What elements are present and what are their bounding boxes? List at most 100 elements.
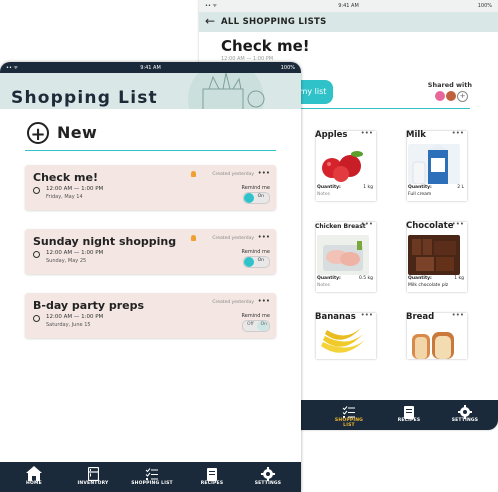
nav-shopping-list[interactable]: SHOPPING LIST xyxy=(329,404,369,428)
remind-label: Remind me xyxy=(241,313,270,319)
list-date: Sunday, May 25 xyxy=(46,258,87,264)
divider xyxy=(299,108,470,109)
list-date: Friday, May 14 xyxy=(46,194,83,200)
more-icon[interactable]: ••• xyxy=(258,169,270,177)
shopping-list-screen: •• ᯤ 9:41 AM 100% Shopping List + New Ch… xyxy=(0,62,301,492)
nav-label: INVENTORY xyxy=(77,481,109,486)
toggle-state: On xyxy=(257,258,264,263)
nav-home[interactable]: HOME xyxy=(12,466,56,486)
grocery-bag-illustration xyxy=(171,73,281,109)
item-card-bread[interactable]: Bread ••• xyxy=(406,311,467,359)
chocolate-image xyxy=(408,235,460,275)
item-card-chocolate[interactable]: Chocolate ••• Quantity: 1 kg Milk chocol… xyxy=(406,220,467,292)
divider xyxy=(25,150,276,151)
item-card-milk[interactable]: Milk ••• Quantity: 2 L Full cream xyxy=(406,129,467,201)
list-date: Saturday, June 15 xyxy=(46,322,91,328)
clock-icon xyxy=(33,251,40,258)
book-icon xyxy=(389,404,429,419)
nav-label: SETTINGS xyxy=(451,418,479,423)
toggle-knob xyxy=(244,257,254,267)
battery-indicator: 100% xyxy=(477,3,492,9)
nav-recipes[interactable]: RECIPES xyxy=(389,404,429,423)
avatar[interactable] xyxy=(435,91,445,101)
nav-inventory[interactable]: INVENTORY xyxy=(71,466,115,486)
quantity-value: 1 kg xyxy=(454,276,464,281)
page-header: Shopping List xyxy=(0,73,301,109)
item-card-chicken-breast[interactable]: Chicken Breast ••• Quantity: 0.5 kg Note… xyxy=(315,220,376,292)
toggle-state-off: Off xyxy=(247,322,254,327)
more-icon[interactable]: ••• xyxy=(452,311,464,319)
bottom-nav: HOME INVENTORY SHOPPING LIST RECIPES SET… xyxy=(0,462,301,492)
more-icon[interactable]: ••• xyxy=(361,220,373,228)
new-label: New xyxy=(57,123,98,142)
gear-icon xyxy=(246,466,290,481)
created-label: Created yesterday xyxy=(212,236,254,241)
list-title: Check me! xyxy=(33,171,98,184)
item-note: Notes xyxy=(317,283,330,288)
list-title: B-day party preps xyxy=(33,299,145,312)
checklist-icon xyxy=(329,404,369,418)
item-name: Bananas xyxy=(315,312,356,322)
home-icon xyxy=(12,466,56,481)
nav-label: HOME xyxy=(26,481,42,486)
remind-toggle[interactable]: On xyxy=(243,192,270,204)
shared-with-label: Shared with xyxy=(427,81,472,89)
chicken-breast-image xyxy=(317,235,369,275)
list-card-check-me[interactable]: Check me! 12:00 AM — 1:00 PM Friday, May… xyxy=(25,165,276,210)
add-user-button[interactable]: + xyxy=(457,91,468,102)
item-name: Chocolate xyxy=(406,221,454,231)
nav-label: SHOPPING LIST xyxy=(334,418,364,428)
list-title: Check me! xyxy=(221,37,310,55)
remind-toggle[interactable]: Off On xyxy=(242,320,270,332)
more-icon[interactable]: ••• xyxy=(361,129,373,137)
status-time: 9:41 AM xyxy=(338,3,359,9)
fridge-icon xyxy=(71,466,115,482)
arrow-left-icon[interactable]: ← xyxy=(205,14,215,28)
book-icon xyxy=(190,466,234,481)
remind-label: Remind me xyxy=(241,249,270,255)
nav-label: RECIPES xyxy=(397,418,421,423)
toggle-state-on: On xyxy=(260,322,267,327)
quantity-value: 1 kg xyxy=(363,185,373,190)
clock-icon xyxy=(33,315,40,322)
checklist-icon xyxy=(130,466,174,481)
status-bar: •• ᯤ 9:41 AM 100% xyxy=(0,62,301,73)
avatar[interactable] xyxy=(446,91,456,101)
quantity-value: 2 L xyxy=(457,185,464,190)
item-name: Apples xyxy=(315,130,348,140)
plus-circle-icon: + xyxy=(27,122,49,145)
item-card-bananas[interactable]: Bananas ••• xyxy=(315,311,376,359)
created-label: Created yesterday xyxy=(212,172,254,177)
more-icon[interactable]: ••• xyxy=(452,129,464,137)
list-card-sunday-night-shopping[interactable]: Sunday night shopping 12:00 AM — 1:00 PM… xyxy=(25,229,276,274)
nav-settings[interactable]: SETTINGS xyxy=(445,404,485,423)
remind-toggle[interactable]: On xyxy=(243,256,270,268)
nav-label: SETTINGS xyxy=(254,481,282,486)
shared-avatars: + xyxy=(434,91,468,102)
toggle-knob xyxy=(244,193,254,203)
more-icon[interactable]: ••• xyxy=(258,233,270,241)
created-label: Created yesterday xyxy=(212,300,254,305)
more-icon[interactable]: ••• xyxy=(258,297,270,305)
nav-recipes[interactable]: RECIPES xyxy=(190,466,234,486)
detail-header: ← ALL SHOPPING LISTS xyxy=(199,12,498,32)
nav-settings[interactable]: SETTINGS xyxy=(246,466,290,486)
more-icon[interactable]: ••• xyxy=(361,311,373,319)
more-icon[interactable]: ••• xyxy=(452,220,464,228)
status-time: 9:41 AM xyxy=(140,65,161,71)
item-name: Chicken Breast xyxy=(315,223,366,230)
bell-icon xyxy=(191,235,196,241)
remind-label: Remind me xyxy=(241,185,270,191)
quantity-label: Quantity: xyxy=(408,185,432,190)
list-card-bday-party-preps[interactable]: B-day party preps 12:00 AM — 1:00 PM Sat… xyxy=(25,293,276,338)
item-note: Notes xyxy=(317,192,330,197)
nav-shopping-list[interactable]: SHOPPING LIST xyxy=(130,466,174,486)
item-name: Bread xyxy=(406,312,435,322)
status-bar: •• ᯤ 9:41 AM 100% xyxy=(199,0,498,12)
quantity-value: 0.5 kg xyxy=(358,276,373,281)
bread-image xyxy=(408,326,460,359)
quantity-label: Quantity: xyxy=(408,276,432,281)
item-card-apples[interactable]: Apples ••• Quantity: 1 kg Notes xyxy=(315,129,376,201)
page-title: Shopping List xyxy=(11,88,158,108)
nav-label: RECIPES xyxy=(200,481,224,486)
